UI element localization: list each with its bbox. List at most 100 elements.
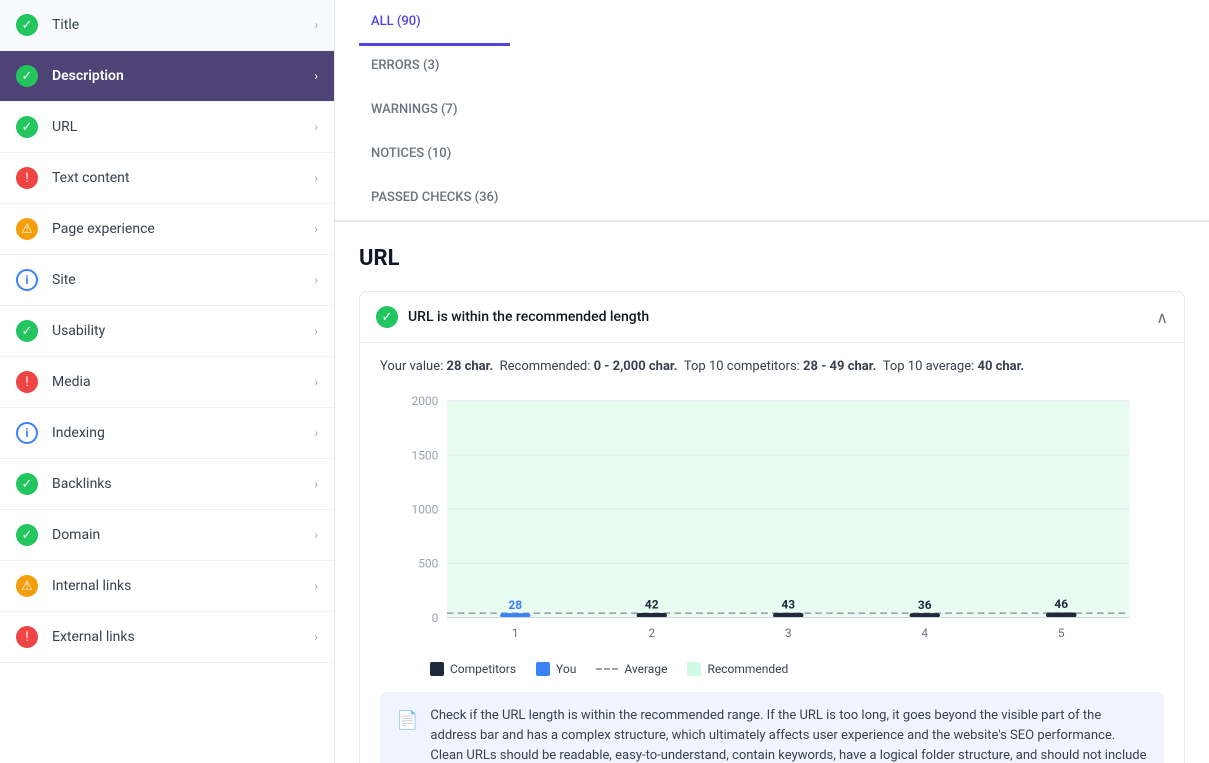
tab-warnings[interactable]: WARNINGS (7): [359, 88, 510, 134]
svg-text:500: 500: [418, 557, 438, 571]
sidebar-item-label: Backlinks: [52, 476, 314, 492]
warning-icon: ⚠: [16, 575, 38, 597]
legend-you: You: [536, 662, 576, 676]
sidebar-item-label: URL: [52, 119, 314, 135]
document-icon: 📄: [396, 707, 418, 763]
bar-5: [1046, 613, 1076, 618]
chevron-right-icon: ›: [314, 630, 318, 644]
check-title-url-length: URL is within the recommended length: [408, 309, 1156, 325]
tab-notices[interactable]: NOTICES (10): [359, 132, 510, 178]
tab-all[interactable]: ALL (90): [359, 0, 510, 46]
check-icon: ✓: [16, 524, 38, 546]
sidebar-item-site[interactable]: i Site ›: [0, 255, 334, 306]
svg-text:3: 3: [785, 626, 792, 640]
sidebar-item-internal-links[interactable]: ⚠ Internal links ›: [0, 561, 334, 612]
legend-competitors-label: Competitors: [450, 662, 516, 676]
sidebar-item-usability[interactable]: ✓ Usability ›: [0, 306, 334, 357]
check-icon: ✓: [16, 116, 38, 138]
check-header-url-length[interactable]: ✓ URL is within the recommended length ∧: [360, 292, 1184, 342]
check-icon: ✓: [16, 14, 38, 36]
info-box: 📄 Check if the URL length is within the …: [380, 692, 1164, 763]
bar-3: [773, 613, 803, 618]
tab-passed[interactable]: PASSED CHECKS (36): [359, 176, 510, 222]
tabs-container: ALL (90)ERRORS (3)WARNINGS (7)NOTICES (1…: [359, 0, 510, 220]
sidebar-item-url[interactable]: ✓ URL ›: [0, 102, 334, 153]
sidebar-item-title[interactable]: ✓ Title ›: [0, 0, 334, 51]
error-icon: !: [16, 626, 38, 648]
sidebar-item-text-content[interactable]: ! Text content ›: [0, 153, 334, 204]
sidebar-item-indexing[interactable]: i Indexing ›: [0, 408, 334, 459]
sidebar-item-label: Internal links: [52, 578, 314, 594]
sidebar-items-container: ✓ Title › ✓ Description › ✓ URL › ! Text…: [0, 0, 334, 663]
bar-1: [500, 613, 530, 617]
legend-average: Average: [596, 662, 667, 676]
check-icon: ✓: [16, 473, 38, 495]
sidebar-item-page-experience[interactable]: ⚠ Page experience ›: [0, 204, 334, 255]
svg-text:2000: 2000: [412, 394, 439, 408]
tab-errors[interactable]: ERRORS (3): [359, 44, 510, 90]
url-length-chart: 2000150010005000 28 1 42 2 43 3 36 4: [380, 390, 1164, 650]
svg-text:43: 43: [781, 598, 795, 612]
tabs-bar: ALL (90)ERRORS (3)WARNINGS (7)NOTICES (1…: [335, 0, 1209, 222]
chart-svg: 2000150010005000 28 1 42 2 43 3 36 4: [380, 390, 1164, 650]
toggle-icon-url-length: ∧: [1156, 308, 1168, 327]
svg-text:36: 36: [918, 598, 932, 612]
sidebar-item-label: External links: [52, 629, 314, 645]
pass-icon: ✓: [376, 306, 398, 328]
svg-text:4: 4: [921, 626, 928, 640]
sidebar-item-label: Page experience: [52, 221, 314, 237]
check-icon: ✓: [16, 320, 38, 342]
info-icon: i: [16, 422, 38, 444]
page-content-area: URL ✓ URL is within the recommended leng…: [335, 222, 1209, 763]
sidebar-item-label: Media: [52, 374, 314, 390]
you-color: [536, 662, 550, 676]
sidebar-item-label: Indexing: [52, 425, 314, 441]
sidebar-item-media[interactable]: ! Media ›: [0, 357, 334, 408]
chevron-right-icon: ›: [314, 222, 318, 236]
sidebar-item-domain[interactable]: ✓ Domain ›: [0, 510, 334, 561]
svg-text:1500: 1500: [412, 448, 439, 462]
average-dash: [596, 668, 618, 670]
sidebar-item-external-links[interactable]: ! External links ›: [0, 612, 334, 663]
chart-legend: Competitors You Average Recommended: [380, 662, 1164, 676]
chevron-right-icon: ›: [314, 120, 318, 134]
legend-you-label: You: [556, 662, 576, 676]
legend-average-label: Average: [624, 662, 667, 676]
check-icon: ✓: [16, 65, 38, 87]
chevron-right-icon: ›: [314, 426, 318, 440]
chevron-right-icon: ›: [314, 273, 318, 287]
sidebar-item-backlinks[interactable]: ✓ Backlinks ›: [0, 459, 334, 510]
svg-text:0: 0: [432, 611, 439, 625]
chevron-right-icon: ›: [314, 375, 318, 389]
sidebar-item-label: Title: [52, 17, 314, 33]
legend-competitors: Competitors: [430, 662, 516, 676]
check-body-url-length: Your value: 28 char. Recommended: 0 - 2,…: [360, 342, 1184, 763]
legend-recommended-label: Recommended: [707, 662, 788, 676]
recommended-color: [687, 662, 701, 676]
svg-text:46: 46: [1054, 597, 1068, 611]
info-text: Check if the URL length is within the re…: [430, 706, 1148, 763]
error-icon: !: [16, 167, 38, 189]
chevron-right-icon: ›: [314, 324, 318, 338]
chevron-right-icon: ›: [314, 69, 318, 83]
bar-4: [910, 613, 940, 617]
info-icon: i: [16, 269, 38, 291]
chevron-right-icon: ›: [314, 18, 318, 32]
svg-text:1: 1: [512, 626, 519, 640]
page-title: URL: [359, 246, 1185, 271]
sidebar-item-label: Usability: [52, 323, 314, 339]
chevron-right-icon: ›: [314, 528, 318, 542]
checks-container: ✓ URL is within the recommended length ∧…: [359, 291, 1185, 763]
chevron-right-icon: ›: [314, 579, 318, 593]
svg-text:28: 28: [508, 598, 522, 612]
warning-icon: ⚠: [16, 218, 38, 240]
sidebar-item-description[interactable]: ✓ Description ›: [0, 51, 334, 102]
svg-text:42: 42: [645, 598, 659, 612]
sidebar-item-label: Site: [52, 272, 314, 288]
sidebar-item-label: Domain: [52, 527, 314, 543]
sidebar-item-label: Description: [52, 68, 314, 84]
chevron-right-icon: ›: [314, 171, 318, 185]
svg-text:5: 5: [1058, 626, 1065, 640]
main-content: ALL (90)ERRORS (3)WARNINGS (7)NOTICES (1…: [335, 0, 1209, 763]
legend-recommended: Recommended: [687, 662, 788, 676]
